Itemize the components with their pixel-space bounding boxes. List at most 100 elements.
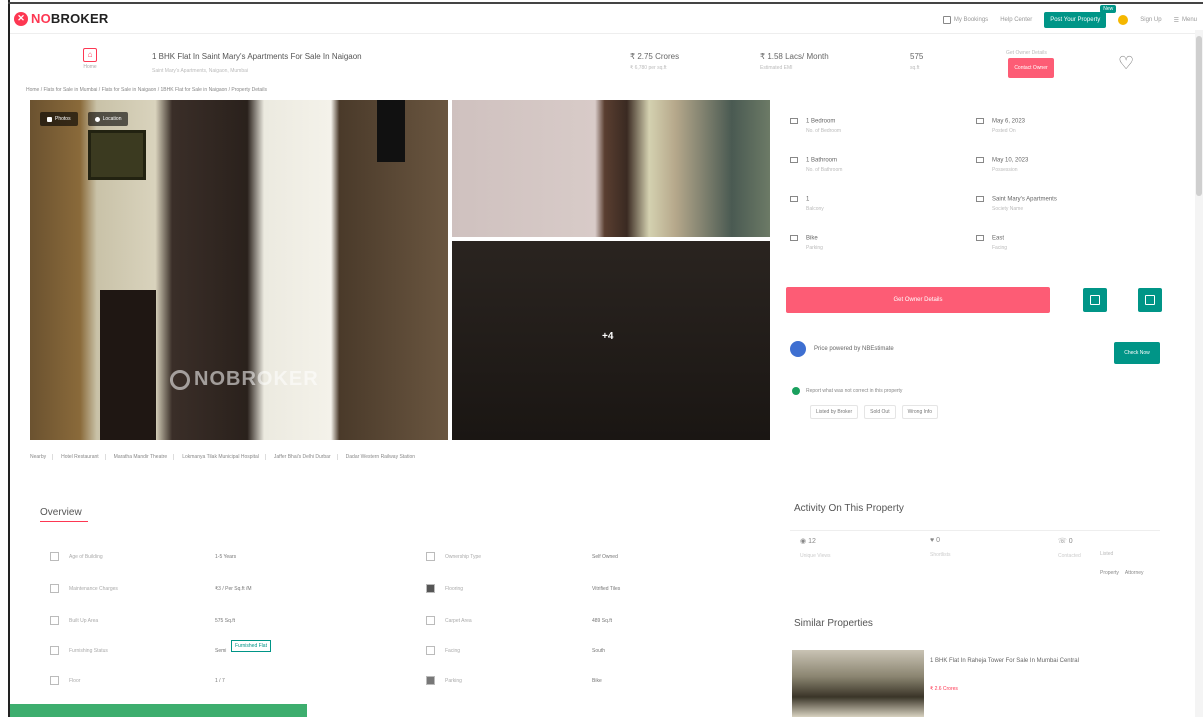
property-title-bar: ⌂ Home 1 BHK Flat In Saint Mary's Apartm… bbox=[10, 40, 1203, 88]
get-owner-details-button[interactable]: Get Owner Details bbox=[786, 287, 1050, 313]
breadcrumb[interactable]: Home / Flats for Sale in Mumbai / Flats … bbox=[26, 87, 267, 93]
nobroker-logo[interactable]: ✕ NOBROKER bbox=[14, 11, 108, 26]
user-avatar-icon[interactable] bbox=[1118, 15, 1129, 25]
listed-links: Property Attorney bbox=[1100, 570, 1144, 576]
nearby-places: Nearby Hotel Restaurant Maratha Mandir T… bbox=[30, 454, 421, 460]
logo-text-broker: BROKER bbox=[50, 11, 109, 26]
contact-owner-button[interactable]: Contact Owner bbox=[1008, 58, 1054, 78]
phone-icon: ☏ bbox=[1058, 538, 1069, 545]
nearby-item[interactable]: Hotel Restaurant bbox=[61, 454, 106, 460]
overview-row: Carpet Area bbox=[426, 616, 472, 625]
chat-button[interactable] bbox=[1138, 288, 1162, 312]
nbestimate-logo-icon bbox=[790, 341, 806, 357]
sign-up-link[interactable]: Sign Up bbox=[1140, 17, 1161, 23]
maintenance-icon bbox=[50, 584, 59, 593]
building-age-icon bbox=[50, 552, 59, 561]
nearby-item[interactable]: Jaffer Bhai's Delhi Durbar bbox=[274, 454, 338, 460]
hamburger-icon: ☰ bbox=[1173, 17, 1179, 24]
house-icon: ⌂ bbox=[83, 48, 97, 62]
post-property-button[interactable]: Post Your Property New bbox=[1044, 5, 1117, 28]
overview-value: 1 / 7 bbox=[215, 678, 225, 684]
tab-photos[interactable]: Photos bbox=[40, 112, 78, 126]
calendar-icon bbox=[1090, 295, 1100, 305]
gallery-tabs: Photos Location bbox=[40, 112, 129, 126]
property-subheading[interactable]: Saint Mary's Apartments, Naigaon, Mumbai bbox=[152, 68, 248, 74]
help-center-link[interactable]: Help Center bbox=[1000, 17, 1032, 23]
secondary-photo-top[interactable] bbox=[452, 100, 770, 237]
overview-title: Overview bbox=[40, 507, 82, 518]
attorney-link[interactable]: Attorney bbox=[1125, 570, 1144, 576]
menu-label: Menu bbox=[1181, 17, 1197, 23]
nearby-item[interactable]: Dadar Western Railway Station bbox=[346, 454, 421, 460]
overview-value: Self Owned bbox=[592, 554, 618, 560]
overview-underline bbox=[40, 521, 88, 522]
carpet-area-icon bbox=[426, 616, 435, 625]
fact-bathrooms: 1 Bathroom No. of Bathroom bbox=[790, 157, 842, 173]
bottom-banner[interactable] bbox=[10, 704, 307, 717]
overview-row: Flooring bbox=[426, 584, 463, 593]
nearby-item[interactable]: Lokmanya Tilak Municipal Hospital bbox=[182, 454, 266, 460]
check-now-button[interactable]: Check Now bbox=[1114, 342, 1160, 364]
compass-icon bbox=[976, 235, 984, 241]
more-photos-count: +4 bbox=[602, 331, 614, 342]
scrollbar-thumb[interactable] bbox=[1196, 36, 1202, 196]
page-scrollbar[interactable] bbox=[1195, 30, 1203, 717]
schedule-visit-button[interactable] bbox=[1083, 288, 1107, 312]
car-icon bbox=[790, 235, 798, 241]
bath-icon bbox=[790, 157, 798, 163]
fact-society: Saint Mary's Apartments Society Name bbox=[976, 196, 1057, 212]
watermark-logo-icon bbox=[170, 369, 190, 390]
flooring-icon bbox=[426, 584, 435, 593]
listed-label: Listed bbox=[1100, 551, 1114, 557]
tab-location[interactable]: Location bbox=[87, 112, 129, 126]
overview-value: 489 Sq.ft bbox=[592, 618, 613, 624]
property-link[interactable]: Property bbox=[1100, 570, 1119, 576]
furnished-tag[interactable]: Furnished Flat bbox=[231, 640, 271, 652]
activity-shortlists: ♥ 0 Shortlists bbox=[930, 537, 951, 558]
bed-icon bbox=[790, 118, 798, 124]
sign-up-label: Sign Up bbox=[1140, 17, 1162, 23]
main-photo[interactable]: Photos Location NOBROKER bbox=[30, 100, 448, 440]
secondary-photo-bottom[interactable]: +4 bbox=[452, 241, 770, 440]
heart-icon[interactable]: ♡ bbox=[1118, 54, 1134, 72]
emi-block: ₹ 1.58 Lacs/ Month Estimated EMI bbox=[760, 52, 829, 71]
overview-row: Age of Building bbox=[50, 552, 103, 561]
menu-button[interactable]: ☰ Menu bbox=[1174, 17, 1197, 24]
overview-row: Floor bbox=[50, 676, 80, 685]
similar-property-photo[interactable] bbox=[792, 650, 924, 717]
car-icon bbox=[426, 676, 435, 685]
balcony-icon bbox=[790, 196, 798, 202]
fact-parking: Bike Parking bbox=[790, 235, 823, 251]
fact-bedrooms: 1 Bedroom No. of Bedroom bbox=[790, 118, 841, 134]
floor-icon bbox=[50, 676, 59, 685]
report-options: Listed by Broker Sold Out Wrong Info bbox=[810, 405, 938, 419]
overview-value: 575 Sq.ft bbox=[215, 618, 236, 624]
fact-posted-on: May 6, 2023 Posted On bbox=[976, 118, 1025, 134]
key-icon bbox=[976, 157, 984, 163]
my-bookings-link[interactable]: My Bookings bbox=[942, 16, 988, 24]
overview-value: ₹3 / Per Sq.ft /M bbox=[215, 586, 252, 592]
report-wrong-info[interactable]: Wrong Info bbox=[901, 405, 938, 419]
header-actions: My Bookings Help Center Post Your Proper… bbox=[942, 5, 1197, 28]
nearby-label: Nearby bbox=[30, 454, 54, 460]
location-pin-icon bbox=[94, 116, 100, 122]
overview-row: Furnishing Status bbox=[50, 646, 108, 655]
overview-value: Vitrified Tiles bbox=[592, 586, 621, 592]
photo-gallery[interactable]: Photos Location NOBROKER +4 bbox=[30, 100, 770, 440]
report-sold-out[interactable]: Sold Out bbox=[864, 405, 896, 419]
area-block: 575 sq.ft bbox=[910, 52, 923, 71]
post-property-label: Post Your Property bbox=[1050, 17, 1101, 23]
activity-views: ◉ 12 Unique Views bbox=[800, 538, 831, 559]
sofa-icon bbox=[50, 646, 59, 655]
similar-property-title[interactable]: 1 BHK Flat In Raheja Tower For Sale In M… bbox=[930, 658, 1079, 664]
home-type-label: Home bbox=[83, 64, 97, 70]
area-unit: sq.ft bbox=[910, 65, 920, 71]
report-listed-by-broker[interactable]: Listed by Broker bbox=[810, 405, 859, 419]
activity-divider bbox=[790, 530, 1160, 531]
nearby-item[interactable]: Maratha Mandir Theatre bbox=[114, 454, 175, 460]
window-edge-left bbox=[8, 0, 10, 717]
overview-value: 1-5 Years bbox=[215, 554, 237, 560]
overview-row: Built Up Area bbox=[50, 616, 98, 625]
fact-balcony: 1 Balcony bbox=[790, 196, 824, 212]
overview-row: Ownership Type bbox=[426, 552, 481, 561]
